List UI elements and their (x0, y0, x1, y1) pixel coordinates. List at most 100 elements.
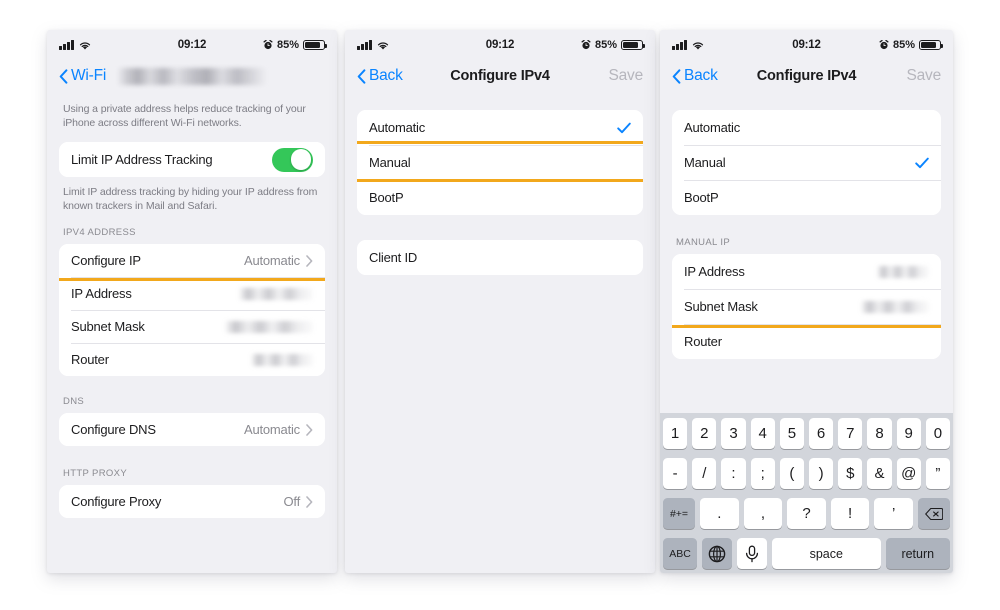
key-hyphen[interactable]: - (662, 458, 688, 489)
row-label: BootP (684, 190, 719, 205)
save-button[interactable]: Save (608, 67, 643, 85)
back-button[interactable]: Back (357, 67, 403, 85)
key-paren-open[interactable]: ( (779, 458, 804, 489)
row-label: BootP (369, 190, 404, 205)
checkmark-icon (617, 122, 631, 133)
key-quote-double[interactable]: ” (925, 458, 951, 489)
option-row-bootp[interactable]: BootP (672, 180, 941, 215)
key-6[interactable]: 6 (809, 418, 834, 449)
row-label: Router (684, 334, 722, 349)
row-client-id[interactable]: Client ID (357, 240, 643, 275)
key-3[interactable]: 3 (721, 418, 746, 449)
back-button[interactable]: Back (672, 67, 718, 85)
chevron-left-icon (672, 68, 681, 84)
chevron-left-icon (59, 68, 68, 84)
row-label: Manual (369, 155, 411, 170)
key-colon[interactable]: : (721, 458, 746, 489)
row-value (239, 287, 313, 300)
limit-tracking-toggle[interactable] (272, 147, 313, 172)
option-row-bootp[interactable]: BootP (357, 180, 643, 215)
key-0[interactable]: 0 (925, 418, 951, 449)
ipv4-card: Configure IP Automatic IP Address Subnet… (59, 244, 325, 376)
row-value-text: Automatic (243, 422, 300, 437)
key-ampersand[interactable]: & (867, 458, 892, 489)
key-question[interactable]: ? (787, 498, 826, 529)
keyboard-row-numbers: 1 2 3 4 5 6 7 8 9 0 (662, 418, 951, 449)
key-paren-close[interactable]: ) (809, 458, 834, 489)
key-semicolon[interactable]: ; (750, 458, 775, 489)
row-ip-address[interactable]: IP Address (59, 277, 325, 310)
ip-address-value-redacted (239, 287, 313, 300)
row-label: Router (71, 352, 109, 367)
row-label: Subnet Mask (71, 319, 145, 334)
row-value: Automatic (244, 253, 313, 268)
key-dollar[interactable]: $ (838, 458, 863, 489)
key-dictation[interactable] (737, 538, 767, 569)
row-label: Subnet Mask (684, 299, 758, 314)
key-1[interactable]: 1 (662, 418, 688, 449)
option-row-manual[interactable]: Manual (357, 145, 643, 180)
key-return[interactable]: return (885, 538, 950, 569)
row-label: Automatic (369, 120, 426, 135)
row-label: Client ID (369, 250, 418, 265)
row-configure-proxy[interactable]: Configure Proxy Off (59, 485, 325, 518)
key-delete[interactable] (917, 498, 950, 529)
status-bar-right: 85% (263, 39, 327, 51)
router-value-redacted (251, 353, 313, 366)
key-8[interactable]: 8 (867, 418, 892, 449)
row-subnet-mask[interactable]: Subnet Mask (59, 310, 325, 343)
key-at[interactable]: @ (896, 458, 921, 489)
private-address-footnote: Using a private address helps reduce tra… (63, 103, 306, 129)
chevron-left-icon (357, 68, 366, 84)
key-9[interactable]: 9 (896, 418, 921, 449)
row-ip-address[interactable]: IP Address (672, 254, 941, 289)
key-globe[interactable] (702, 538, 732, 569)
key-5[interactable]: 5 (779, 418, 804, 449)
subnet-mask-value-redacted (861, 300, 929, 313)
keyboard-row-symbols: - / : ; ( ) $ & @ ” (662, 458, 951, 489)
manual-ip-card: IP Address Subnet Mask Router (672, 254, 941, 359)
option-row-automatic[interactable]: Automatic (672, 110, 941, 145)
alarm-clock-icon (581, 40, 591, 50)
row-label: Configure Proxy (71, 494, 162, 509)
key-7[interactable]: 7 (838, 418, 863, 449)
option-row-manual[interactable]: Manual (672, 145, 941, 180)
row-router[interactable]: Router (59, 343, 325, 376)
battery-percent-label: 85% (892, 39, 915, 51)
status-bar: 09:12 85% (660, 30, 953, 56)
option-row-automatic[interactable]: Automatic (357, 110, 643, 145)
row-configure-ip[interactable]: Configure IP Automatic (59, 244, 325, 277)
row-label: Limit IP Address Tracking (71, 152, 213, 167)
key-comma[interactable]: , (743, 498, 783, 529)
save-button[interactable]: Save (906, 67, 941, 85)
key-abc[interactable]: ABC (663, 538, 697, 569)
key-exclamation[interactable]: ! (830, 498, 870, 529)
row-label: Manual (684, 155, 726, 170)
key-slash[interactable]: / (692, 458, 717, 489)
back-button-wifi[interactable]: Wi-Fi (59, 67, 106, 85)
row-subnet-mask[interactable]: Subnet Mask (672, 289, 941, 324)
key-symbols-toggle[interactable]: #+= (663, 498, 696, 529)
key-4[interactable]: 4 (750, 418, 775, 449)
row-router[interactable]: Router (672, 324, 941, 359)
key-space[interactable]: space (772, 538, 881, 569)
chevron-right-icon (306, 254, 313, 267)
chevron-right-icon (306, 423, 313, 436)
key-apostrophe[interactable]: ’ (874, 498, 913, 529)
checkmark-icon (915, 157, 929, 168)
row-value: Off (283, 494, 313, 509)
settings-content: Using a private address helps reduce tra… (47, 96, 337, 518)
subnet-mask-value-redacted (225, 320, 313, 333)
keyboard-row-bottom: ABC space return (663, 538, 950, 569)
row-configure-dns[interactable]: Configure DNS Automatic (59, 413, 325, 446)
key-2[interactable]: 2 (692, 418, 717, 449)
battery-percent-label: 85% (276, 39, 299, 51)
row-limit-ip-address-tracking[interactable]: Limit IP Address Tracking (59, 142, 325, 177)
nav-bar: Back Configure IPv4 Save (345, 56, 655, 96)
status-bar: 09:12 85% (47, 30, 337, 56)
key-period[interactable]: . (700, 498, 739, 529)
